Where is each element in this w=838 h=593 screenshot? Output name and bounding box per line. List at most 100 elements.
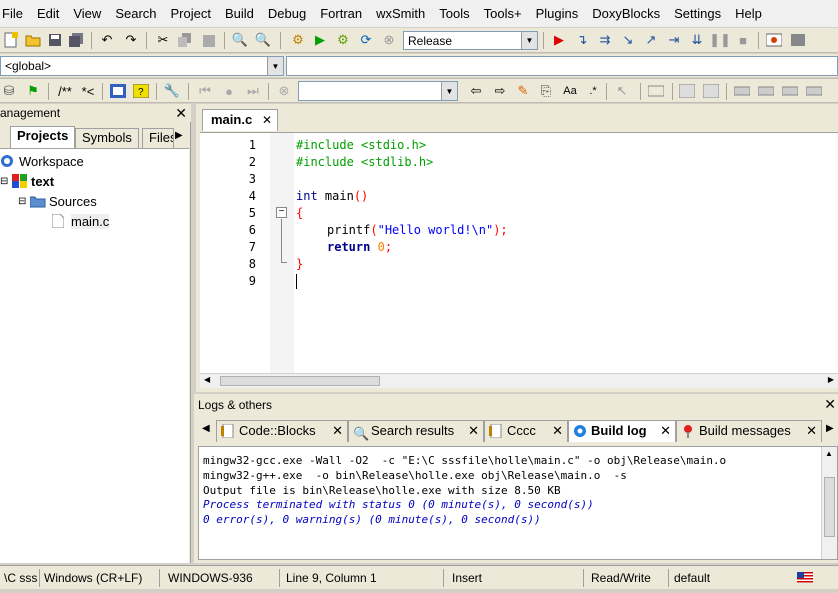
debug-windows-icon[interactable] [765,31,783,49]
menu-plugins[interactable]: Plugins [529,6,586,21]
find-icon[interactable]: 🔍 [231,31,249,49]
menu-project[interactable]: Project [164,6,218,21]
close-icon[interactable]: ✕ [262,110,272,130]
step-instruction-icon[interactable]: ⇊ [688,31,706,49]
wx-panel-icon[interactable] [647,82,665,100]
run-to-cursor-icon[interactable]: ↴ [573,31,591,49]
close-icon[interactable]: ✕ [806,421,817,441]
wx-boxsizer-icon[interactable] [757,82,775,100]
step-out-icon[interactable]: ↗ [642,31,660,49]
wx-dialog-icon[interactable] [678,82,696,100]
menu-edit[interactable]: Edit [30,6,66,21]
html-doc-icon[interactable] [109,82,127,100]
incremental-search-input[interactable]: ▼ [298,81,458,101]
pause-icon[interactable]: ❚❚ [709,31,731,49]
menu-tools[interactable]: Tools [432,6,476,21]
code-editor[interactable]: 1 2 3 4 5 6 7 8 9 − #include <stdio.h> #… [200,132,838,388]
debug-start-icon[interactable]: ▶ [550,31,568,49]
toggle-bookmark-icon[interactable]: ● [220,82,238,100]
tree-sources-folder[interactable]: ⊟ Sources [18,192,97,210]
menu-view[interactable]: View [66,6,108,21]
close-icon[interactable]: ✕ [175,104,187,122]
selection-only-icon[interactable]: ⎘ [537,82,555,100]
menu-wxsmith[interactable]: wxSmith [369,6,432,21]
tab-build-log[interactable]: Build log ✕ [568,420,676,442]
run-icon[interactable]: ▶ [311,31,329,49]
wx-frame-icon[interactable] [702,82,720,100]
wx-sizer-icon[interactable] [733,82,751,100]
redo-icon[interactable]: ↷ [122,31,140,49]
editor-tab-main-c[interactable]: main.c ✕ [202,109,278,131]
next-line-icon[interactable]: ⇉ [596,31,614,49]
close-icon[interactable]: ✕ [332,421,343,441]
new-file-icon[interactable] [2,31,20,49]
regex-icon[interactable]: .* [584,82,602,100]
stop-icon[interactable]: ■ [734,31,752,49]
tab-scroll-left-icon[interactable]: ◀ [202,423,210,434]
tab-symbols[interactable]: Symbols [75,128,139,148]
wrench-icon[interactable]: 🔧 [163,82,181,100]
tab-projects[interactable]: Projects [10,126,76,148]
close-icon[interactable]: ✕ [824,396,836,413]
next-instruction-icon[interactable]: ⇥ [665,31,683,49]
pointer-icon[interactable]: ↖ [613,82,631,100]
wx-flexsizer-icon[interactable] [805,82,823,100]
tab-scroll-right-icon[interactable]: ▶ [175,130,183,141]
doxy-extract-icon[interactable]: ⚑ [24,82,42,100]
close-icon[interactable]: ✕ [552,421,563,441]
line-comment-button[interactable]: *< [78,82,98,100]
menu-tools-plus[interactable]: Tools+ [477,6,529,21]
tree-file-main-c[interactable]: main.c [51,212,110,230]
collapse-icon[interactable]: ⊟ [18,196,30,207]
next-bookmark-icon[interactable]: ⏭ [244,82,262,100]
scroll-thumb[interactable] [824,477,835,537]
close-icon[interactable]: ✕ [660,421,671,441]
scroll-thumb[interactable] [220,376,380,386]
replace-icon[interactable]: 🔍 [254,31,272,49]
menu-search[interactable]: Search [108,6,163,21]
menu-build[interactable]: Build [218,6,261,21]
tree-workspace[interactable]: Workspace [0,152,84,170]
tree-project[interactable]: ⊟ text [0,172,54,190]
fold-toggle-icon[interactable]: − [276,207,287,218]
tab-codeblocks[interactable]: Code::Blocks ✕ [216,420,348,442]
prev-bookmark-icon[interactable]: ⏮ [196,82,214,100]
block-comment-button[interactable]: /** [54,82,76,100]
undo-icon[interactable]: ↶ [98,31,116,49]
clear-search-icon[interactable]: ⊗ [275,82,293,100]
scope-select[interactable]: <global> ▼ [0,56,284,76]
menu-settings[interactable]: Settings [667,6,728,21]
tab-search-results[interactable]: 🔍 Search results ✕ [348,420,484,442]
save-all-icon[interactable] [68,31,86,49]
vertical-scrollbar[interactable]: ▲ [821,447,837,559]
build-target-select[interactable]: Release ▼ [403,31,538,50]
horizontal-scrollbar[interactable]: ◀ ▶ [200,373,838,388]
match-case-icon[interactable]: Aa [560,82,580,100]
wx-gridsizer-icon[interactable] [781,82,799,100]
highlight-icon[interactable]: ✎ [514,82,532,100]
tab-build-messages[interactable]: Build messages ✕ [676,420,822,442]
tab-scroll-right-icon[interactable]: ▶ [826,423,834,434]
search-next-icon[interactable]: ⇨ [491,82,509,100]
build-run-icon[interactable]: ⚙ [334,31,352,49]
build-icon[interactable]: ⚙ [289,31,307,49]
close-icon[interactable]: ✕ [468,421,479,441]
open-folder-icon[interactable] [24,31,42,49]
menu-debug[interactable]: Debug [261,6,313,21]
tab-files[interactable]: Files [142,128,174,148]
tab-cccc[interactable]: Cccc ✕ [484,420,568,442]
menu-file[interactable]: File [0,6,30,21]
doxy-wizard-icon[interactable]: ⛁ [0,82,18,100]
paste-icon[interactable] [200,31,218,49]
build-log-output[interactable]: mingw32-gcc.exe -Wall -O2 -c "E:\C sssfi… [198,446,838,560]
scroll-up-icon[interactable]: ▲ [825,449,833,458]
collapse-icon[interactable]: ⊟ [0,176,12,187]
step-into-icon[interactable]: ↘ [619,31,637,49]
menu-help[interactable]: Help [728,6,769,21]
scroll-left-icon[interactable]: ◀ [204,375,210,384]
scroll-right-icon[interactable]: ▶ [828,375,834,384]
info-icon[interactable] [789,31,807,49]
menu-fortran[interactable]: Fortran [313,6,369,21]
cut-icon[interactable]: ✂ [154,31,172,49]
rebuild-icon[interactable]: ⟳ [357,31,375,49]
